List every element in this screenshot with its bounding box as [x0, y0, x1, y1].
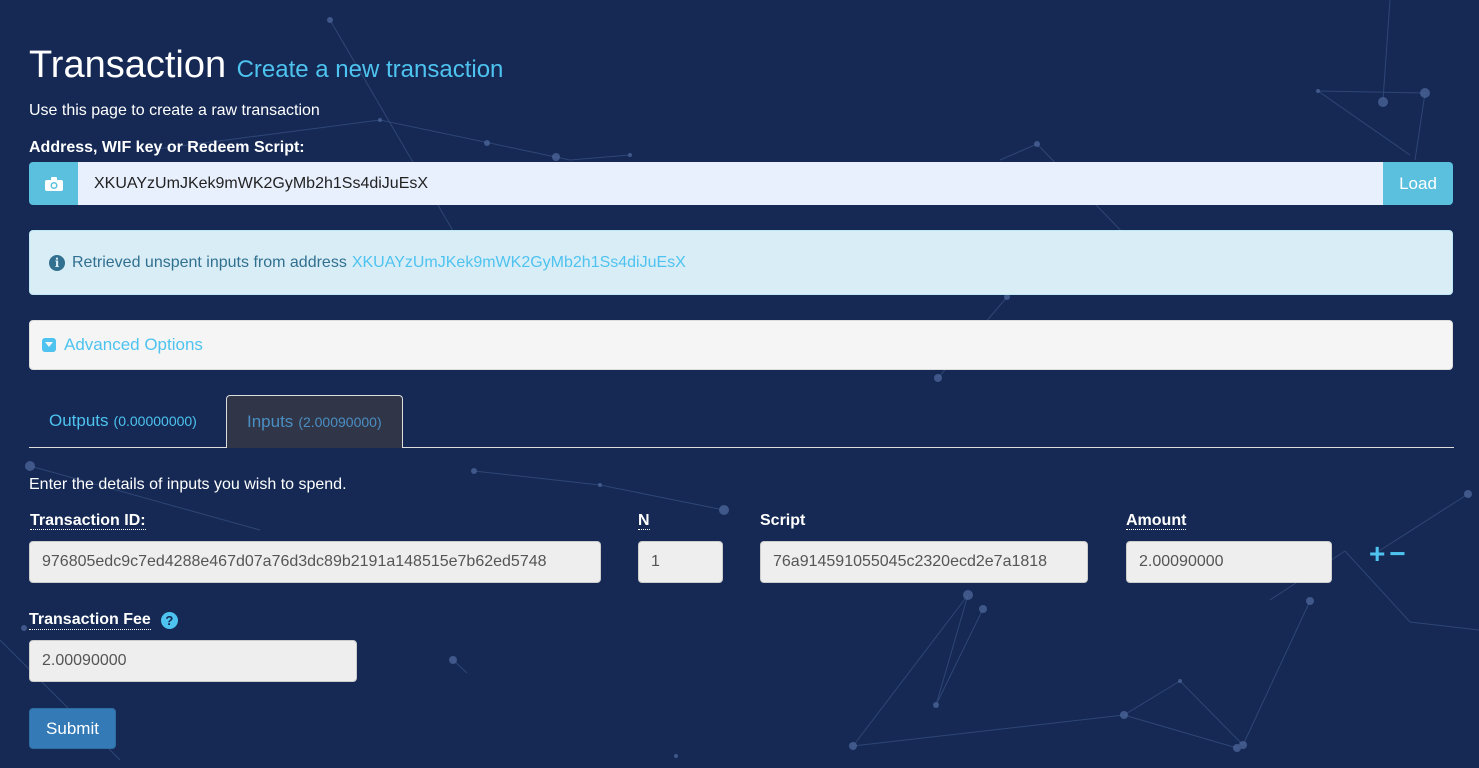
amount-label-text: Amount	[1126, 512, 1187, 530]
advanced-options-toggle[interactable]: Advanced Options	[29, 320, 1453, 370]
page-title: Transaction	[29, 44, 227, 86]
tab-inputs[interactable]: Inputs (2.00090000)	[226, 395, 403, 448]
amount-label: Amount	[1126, 512, 1187, 530]
advanced-options-label: Advanced Options	[64, 335, 203, 354]
n-field[interactable]: 1	[638, 541, 723, 583]
load-button[interactable]: Load	[1383, 162, 1453, 205]
n-label-text: N	[638, 512, 650, 530]
caret-square-down-icon	[42, 338, 56, 352]
add-input-button[interactable]: +	[1369, 538, 1389, 569]
page-header: Transaction Create a new transaction	[29, 44, 503, 87]
txid-label-text: Transaction ID:	[30, 512, 146, 530]
inputs-help-text: Enter the details of inputs you wish to …	[29, 476, 347, 493]
tab-outputs-count: (0.00000000)	[113, 413, 197, 429]
address-label: Address, WIF key or Redeem Script:	[29, 139, 305, 156]
fee-label: Transaction Fee ?	[29, 611, 178, 630]
script-label: Script	[760, 512, 806, 529]
retrieved-inputs-alert: i Retrieved unspent inputs from address …	[29, 230, 1453, 295]
fee-field[interactable]: 2.00090000	[29, 640, 357, 682]
page-intro: Use this page to create a raw transactio…	[29, 102, 320, 119]
address-input[interactable]	[78, 162, 1383, 205]
n-label: N	[638, 512, 650, 530]
script-field[interactable]: 76a914591055045c2320ecd2e7a1818	[760, 541, 1088, 583]
submit-button[interactable]: Submit	[29, 708, 116, 749]
page-subtitle: Create a new transaction	[236, 56, 504, 83]
txid-label: Transaction ID:	[30, 512, 146, 530]
amount-field[interactable]: 2.00090000	[1126, 541, 1332, 583]
remove-input-button[interactable]: −	[1389, 538, 1409, 569]
tab-inputs-count: (2.00090000)	[298, 414, 382, 430]
alert-address-link[interactable]: XKUAYzUmJKek9mWK2GyMb2h1Ss4diJuEsX	[352, 254, 686, 272]
row-controls: +−	[1369, 538, 1410, 570]
question-circle-icon[interactable]: ?	[160, 612, 178, 629]
fee-label-text: Transaction Fee	[29, 611, 151, 630]
alert-text: Retrieved unspent inputs from address	[72, 253, 347, 271]
txid-field[interactable]: 976805edc9c7ed4288e467d07a76d3dc89b2191a…	[29, 541, 601, 583]
tab-outputs[interactable]: Outputs (0.00000000)	[29, 395, 217, 447]
tab-inputs-label: Inputs	[247, 412, 294, 431]
info-icon: i	[49, 254, 65, 271]
camera-button[interactable]	[29, 162, 78, 205]
tab-outputs-label: Outputs	[49, 411, 109, 430]
camera-icon	[44, 176, 63, 191]
address-input-group: Load	[29, 162, 1453, 205]
tab-bar: Outputs (0.00000000) Inputs (2.00090000)	[29, 395, 1454, 448]
